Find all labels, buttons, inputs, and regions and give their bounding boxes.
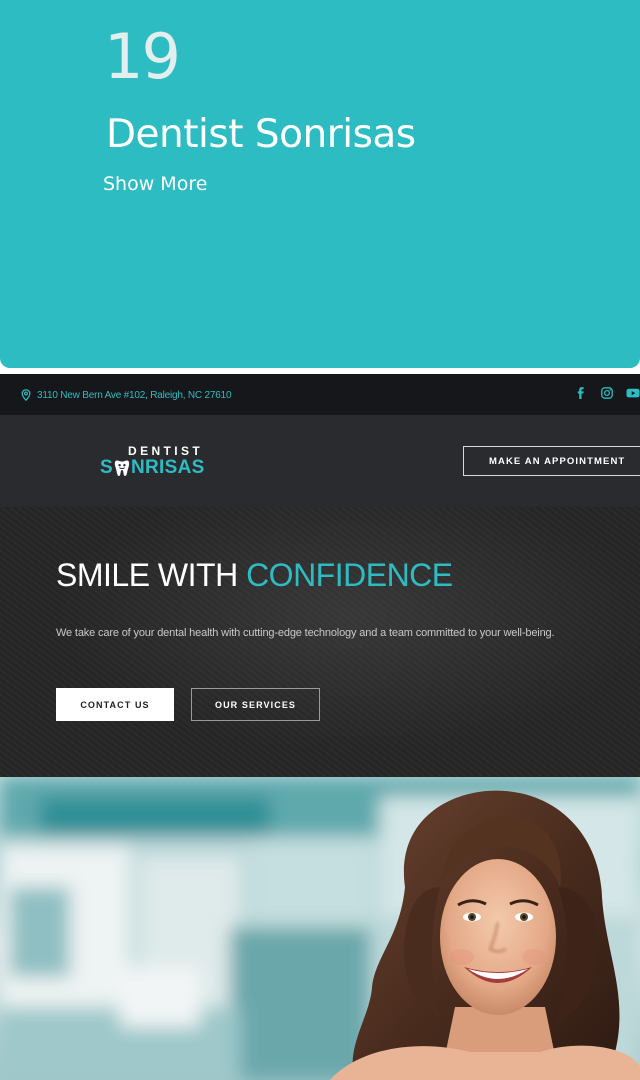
logo-text-bottom: S NRISAS <box>100 457 205 479</box>
location-pin-icon <box>21 389 31 401</box>
hero-title: SMILE WITH CONFIDENCE <box>56 555 453 595</box>
our-services-button[interactable]: OUR SERVICES <box>191 688 320 721</box>
smiling-woman-image <box>0 777 640 1080</box>
hero-section: SMILE WITH CONFIDENCE We take care of yo… <box>0 507 640 777</box>
address-text: 3110 New Bern Ave #102, Raleigh, NC 2761… <box>37 389 232 401</box>
hero-title-main: SMILE WITH <box>56 557 247 593</box>
make-appointment-button[interactable]: MAKE AN APPOINTMENT <box>463 446 640 476</box>
youtube-icon[interactable] <box>626 386 640 400</box>
main-navbar: DENTIST S NRISAS MAKE AN APPOINTMENT <box>0 415 640 507</box>
address-block: 3110 New Bern Ave #102, Raleigh, NC 2761… <box>21 387 232 403</box>
project-card: 19 Dentist Sonrisas Show More <box>0 0 640 368</box>
instagram-icon[interactable] <box>600 386 614 400</box>
logo-letters-rest: NRISAS <box>130 457 205 478</box>
site-logo[interactable]: DENTIST S NRISAS <box>100 445 210 481</box>
social-links <box>574 386 640 400</box>
tooth-icon <box>114 460 130 476</box>
hero-title-accent: CONFIDENCE <box>246 557 453 593</box>
card-number: 19 <box>104 20 181 93</box>
website-preview: 3110 New Bern Ave #102, Raleigh, NC 2761… <box>0 374 640 1080</box>
card-title: Dentist Sonrisas <box>106 112 416 157</box>
top-info-bar: 3110 New Bern Ave #102, Raleigh, NC 2761… <box>0 374 640 415</box>
hero-photo <box>0 777 640 1080</box>
hero-subtitle: We take care of your dental health with … <box>56 627 555 639</box>
contact-us-button[interactable]: CONTACT US <box>56 688 174 721</box>
show-more-link[interactable]: Show More <box>103 172 207 196</box>
facebook-icon[interactable] <box>574 386 588 400</box>
logo-letter-s: S <box>100 457 113 478</box>
